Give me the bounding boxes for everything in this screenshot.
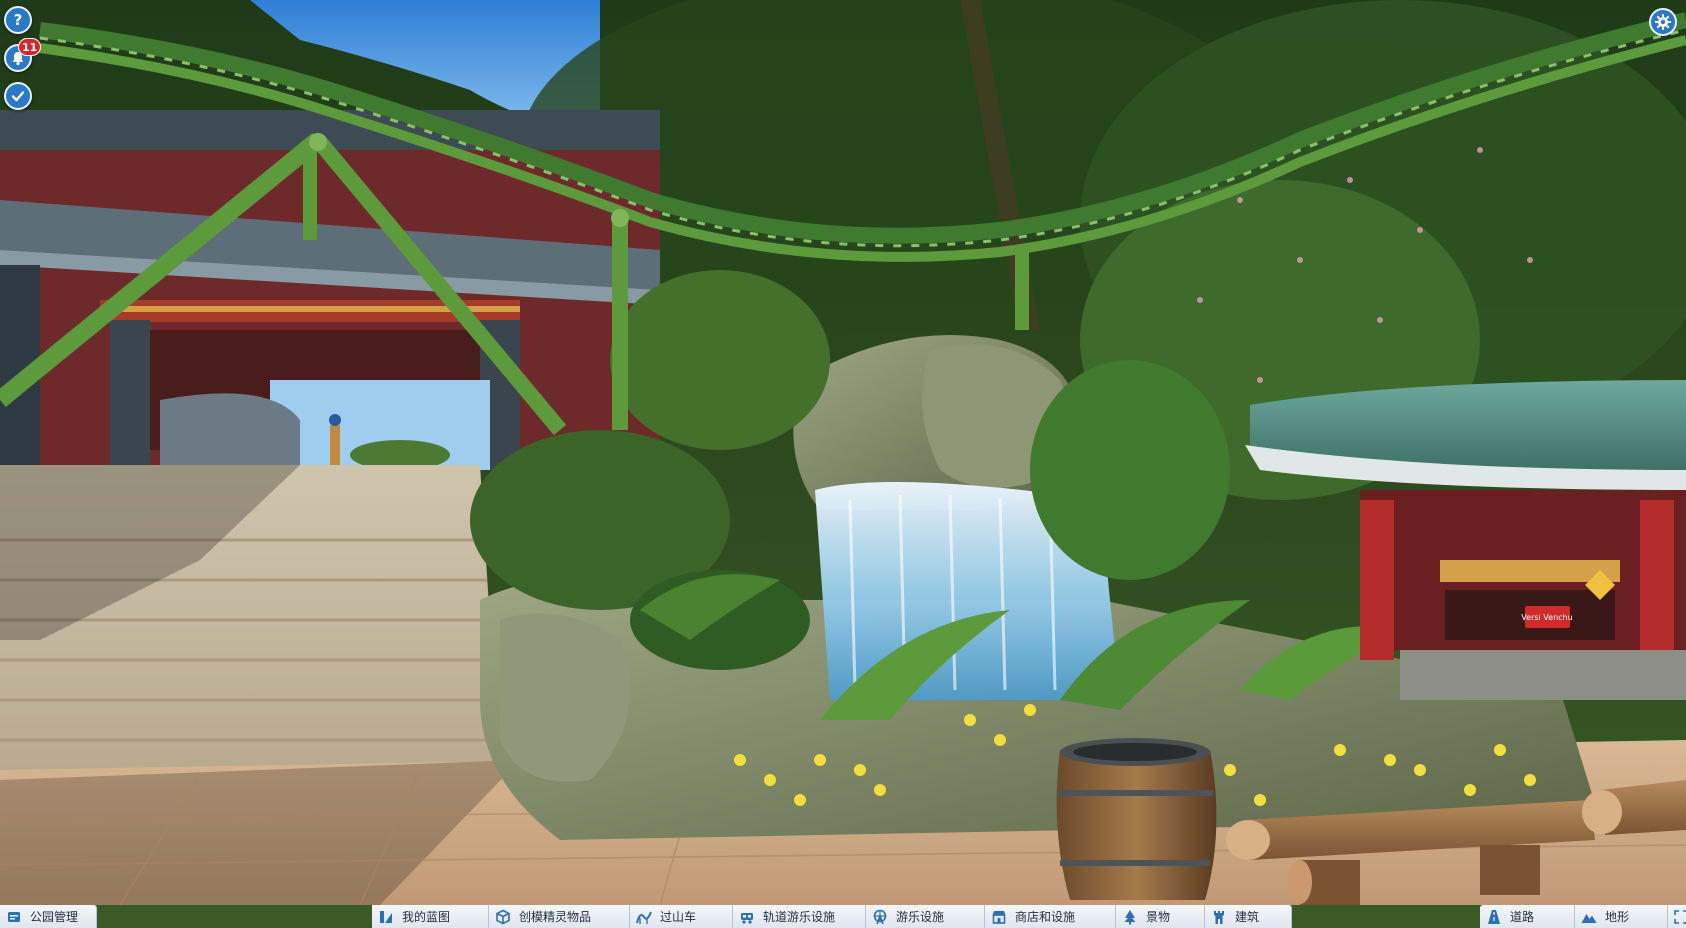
shop-sign-text: Versi Venchu bbox=[1521, 613, 1572, 622]
toolbar-label: 轨道游乐设施 bbox=[763, 910, 836, 924]
settings-button[interactable] bbox=[1649, 8, 1677, 36]
toolbar-paths[interactable]: 道路 bbox=[1480, 905, 1575, 928]
wooden-barrel[interactable] bbox=[1056, 738, 1217, 900]
tower-icon bbox=[1214, 910, 1224, 924]
train-icon bbox=[741, 912, 753, 924]
toolbar-label: 道路 bbox=[1510, 910, 1535, 924]
shop-icon bbox=[992, 910, 1006, 924]
ferris-wheel-icon bbox=[873, 909, 887, 924]
toolbar-creative-items[interactable]: 创模精灵物品 bbox=[489, 905, 630, 928]
path-icon bbox=[1488, 909, 1500, 924]
toolbar-expand[interactable] bbox=[1668, 905, 1686, 928]
toolbar-buildings[interactable]: 建筑 bbox=[1205, 905, 1292, 928]
park-management-button[interactable]: 公园管理 bbox=[0, 905, 97, 928]
toolbar-label: 创模精灵物品 bbox=[519, 910, 592, 924]
toolbar-label: 游乐设施 bbox=[896, 910, 945, 924]
toolbar-my-blueprints[interactable]: 我的蓝图 bbox=[372, 905, 489, 928]
game-viewport[interactable]: Versi Venchu bbox=[0, 0, 1686, 928]
help-icon: ? bbox=[13, 10, 23, 29]
blueprint-icon bbox=[380, 910, 392, 923]
coaster-icon bbox=[636, 911, 652, 924]
toolbar-center: 我的蓝图 创模精灵物品 过山车 轨道游乐设施 游乐设施 商店和设施 景物 建筑 bbox=[372, 905, 1292, 928]
toolbar-shops-facilities[interactable]: 商店和设施 bbox=[985, 905, 1116, 928]
help-button[interactable]: ? bbox=[4, 6, 32, 34]
toolbar-scenery[interactable]: 景物 bbox=[1116, 905, 1205, 928]
gear-icon bbox=[1655, 14, 1671, 30]
toolbar-right: 道路 地形 bbox=[1480, 905, 1686, 928]
cube-icon bbox=[496, 909, 510, 924]
tree-icon bbox=[1124, 909, 1136, 924]
toolbar-flat-rides[interactable]: 游乐设施 bbox=[866, 905, 985, 928]
toolbar-left: 公园管理 bbox=[0, 905, 97, 928]
toolbar-track-rides[interactable]: 轨道游乐设施 bbox=[733, 905, 866, 928]
toolbar-label: 地形 bbox=[1605, 910, 1630, 924]
terrain-icon bbox=[1581, 913, 1597, 923]
toolbar-label: 商店和设施 bbox=[1015, 910, 1076, 924]
toolbar-terrain[interactable]: 地形 bbox=[1575, 905, 1668, 928]
toolbar-label: 建筑 bbox=[1235, 910, 1260, 924]
park-management-icon bbox=[8, 911, 20, 922]
checkmark-icon bbox=[11, 91, 25, 102]
toolbar-label: 景物 bbox=[1146, 910, 1171, 924]
objectives-button[interactable] bbox=[4, 82, 32, 110]
park-management-label: 公园管理 bbox=[30, 910, 79, 924]
toolbar-coasters[interactable]: 过山车 bbox=[630, 905, 733, 928]
toolbar-label: 过山车 bbox=[660, 910, 697, 924]
expand-icon bbox=[1674, 909, 1686, 924]
toolbar-label: 我的蓝图 bbox=[402, 910, 451, 924]
notification-count-badge: 11 bbox=[18, 38, 42, 56]
